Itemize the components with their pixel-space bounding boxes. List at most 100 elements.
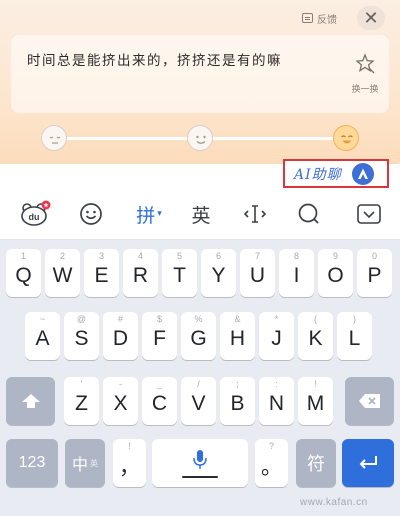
key-c[interactable]: _ C (142, 377, 177, 425)
key-hint: & (234, 314, 241, 324)
english-mode-button[interactable]: 英 (178, 188, 224, 240)
search-button[interactable] (286, 188, 332, 240)
ai-assistant-button[interactable]: AI助聊 (283, 159, 389, 188)
language-switch-key[interactable]: 中英 (65, 439, 105, 487)
key-label: A (35, 327, 50, 350)
key-hint: ( (314, 314, 317, 324)
key-hint: ~ (39, 314, 46, 324)
key-x[interactable]: -X (103, 377, 138, 425)
numbers-key[interactable]: 123 (6, 439, 58, 487)
enter-key[interactable] (342, 439, 394, 487)
key-label: C (151, 392, 168, 415)
key-label: Q (15, 264, 32, 287)
key-k[interactable]: (K (298, 312, 333, 360)
key-label: I (293, 264, 300, 287)
watermark: www.kafan.cn (300, 497, 368, 508)
key-e[interactable]: 3E (84, 249, 119, 297)
key-q[interactable]: 1Q (6, 249, 41, 297)
key-d[interactable]: # D (103, 312, 138, 360)
key-t[interactable]: 5T (162, 249, 197, 297)
du-bear-icon: du (21, 200, 51, 226)
key-f[interactable]: $ F (142, 312, 177, 360)
key-hint: 4 (137, 251, 143, 261)
key-u[interactable]: 7U (240, 249, 275, 297)
key-r[interactable]: 4R (123, 249, 158, 297)
feedback-icon (302, 13, 313, 23)
ai-assistant-label: AI助聊 (294, 166, 342, 183)
key-label: Y (211, 264, 226, 287)
calm-face-icon[interactable] (41, 125, 67, 151)
feedback-button[interactable]: 反馈 (302, 9, 337, 27)
key-label: V (191, 392, 206, 415)
key-b[interactable]: ; B (220, 377, 255, 425)
backspace-key[interactable] (345, 377, 394, 425)
key-v[interactable]: / V (181, 377, 216, 425)
laugh-face-icon[interactable] (333, 125, 359, 151)
key-label: X (113, 392, 128, 415)
space-bar-line (182, 476, 218, 478)
cursor-move-icon (243, 205, 267, 223)
key-hint: ? (268, 441, 274, 451)
suggestion-text[interactable]: 时间总是能挤出来的，挤挤还是有的嘛 (27, 49, 317, 73)
key-hint: 2 (59, 251, 65, 261)
key-label: ， (119, 456, 140, 479)
key-i[interactable]: 8I (279, 249, 314, 297)
key-hint: 1 (20, 251, 26, 261)
key-s[interactable]: @ S (64, 312, 99, 360)
keyboard-toolbar: du 拼 ▾ 英 (0, 188, 400, 240)
space-key[interactable] (152, 439, 248, 487)
key-w[interactable]: 2W (45, 249, 80, 297)
du-logo-button[interactable]: du (12, 188, 58, 240)
ai-suggestion-panel: 反馈 ✕ 时间总是能挤出来的，挤挤还是有的嘛 换一换 (0, 0, 400, 164)
english-sub-label: 英 (90, 458, 98, 468)
key-m[interactable]: ! M (298, 377, 333, 425)
key-label: E (94, 264, 109, 287)
emoji-button[interactable] (68, 188, 114, 240)
symbols-key-label: 符 (307, 454, 325, 474)
key-label: L (348, 327, 361, 350)
key-h[interactable]: & H (220, 312, 255, 360)
period-key[interactable]: ?。 (255, 439, 288, 487)
microphone-icon (193, 450, 207, 469)
key-label: H (229, 327, 246, 350)
key-z[interactable]: ' Z (64, 377, 99, 425)
key-j[interactable]: * J (259, 312, 294, 360)
search-icon (298, 203, 319, 224)
key-l[interactable]: ) L (337, 312, 372, 360)
pinyin-mode-button[interactable]: 拼 ▾ (126, 188, 172, 240)
key-hint: 0 (371, 251, 377, 261)
key-n[interactable]: :N (259, 377, 294, 425)
english-label: 英 (191, 204, 211, 227)
key-label: T (173, 264, 186, 287)
shift-key[interactable] (6, 377, 55, 425)
close-button[interactable]: ✕ (357, 6, 385, 30)
key-hint: ' (80, 379, 83, 389)
key-hint: % (194, 314, 203, 324)
refresh-button[interactable]: 换一换 (345, 52, 385, 95)
key-hint: # (117, 314, 123, 324)
key-y[interactable]: 6Y (201, 249, 236, 297)
key-label: Z (75, 392, 88, 415)
key-label: K (308, 327, 323, 350)
cursor-move-button[interactable] (232, 188, 278, 240)
key-label: P (367, 264, 382, 287)
key-g[interactable]: % G (181, 312, 216, 360)
feedback-label: 反馈 (317, 14, 337, 26)
key-p[interactable]: 0P (357, 249, 392, 297)
suggestion-card[interactable]: 时间总是能挤出来的，挤挤还是有的嘛 换一换 (11, 35, 389, 113)
keyboard: 1Q 2W 3E 4R 5T 6Y 7U 8I 9O 0P ~ A @ S # D $… (0, 240, 400, 516)
smile-face-icon[interactable] (187, 125, 213, 151)
key-o[interactable]: 9O (318, 249, 353, 297)
key-hint: - (119, 379, 122, 389)
key-label: M (306, 392, 325, 415)
comma-key[interactable]: !， (113, 439, 146, 487)
key-label: U (249, 264, 266, 287)
key-hint: ! (128, 441, 131, 451)
hide-keyboard-button[interactable] (346, 188, 392, 240)
numbers-key-label: 123 (18, 454, 46, 471)
key-a[interactable]: ~ A (25, 312, 60, 360)
key-hint: 7 (254, 251, 260, 261)
key-hint: ) (353, 314, 356, 324)
symbols-key[interactable]: 符 (296, 439, 336, 487)
key-label: S (74, 327, 89, 350)
